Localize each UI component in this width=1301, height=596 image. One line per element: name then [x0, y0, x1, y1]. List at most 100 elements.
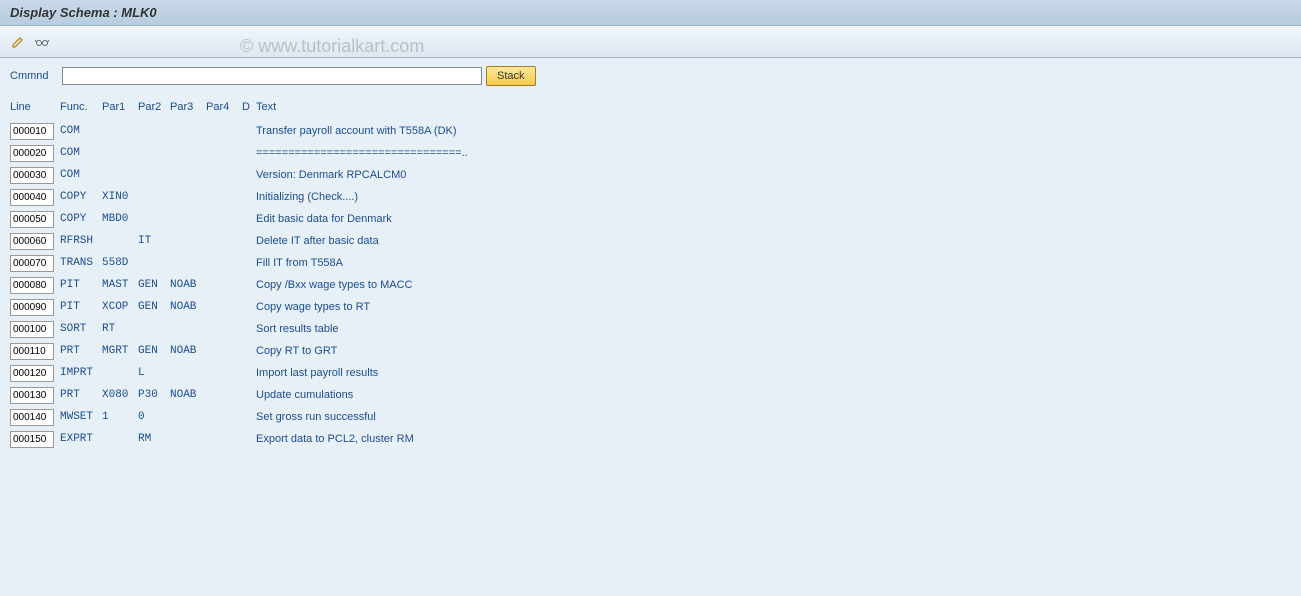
table-row: COPYMBD0 Edit basic data for Denmark: [10, 208, 1291, 230]
title-bar: Display Schema : MLK0: [0, 0, 1301, 26]
glasses-icon[interactable]: [32, 32, 52, 52]
table-row: PRTX080P30NOAB Update cumulations: [10, 384, 1291, 406]
cell-func[interactable]: PRT: [60, 345, 102, 357]
cell-text[interactable]: Transfer payroll account with T558A (DK): [256, 125, 1291, 137]
cell-func[interactable]: PIT: [60, 279, 102, 291]
table-row: COM Transfer payroll account with T558A (…: [10, 120, 1291, 142]
table-header: Line Func. Par1 Par2 Par3 Par4 D Text: [10, 96, 1291, 118]
table-body: COM Transfer payroll account with T558A (…: [10, 120, 1291, 450]
line-number-input[interactable]: [10, 387, 54, 404]
table-row: PRTMGRTGENNOAB Copy RT to GRT: [10, 340, 1291, 362]
cell-func[interactable]: COM: [60, 169, 102, 181]
line-number-input[interactable]: [10, 167, 54, 184]
line-number-input[interactable]: [10, 365, 54, 382]
cell-par1[interactable]: X080: [102, 389, 138, 401]
toolbar: [0, 26, 1301, 58]
cell-text[interactable]: Update cumulations: [256, 389, 1291, 401]
cell-par2[interactable]: IT: [138, 235, 170, 247]
table-row: PITMASTGENNOAB Copy /Bxx wage types to MA…: [10, 274, 1291, 296]
cell-text[interactable]: Version: Denmark RPCALCM0: [256, 169, 1291, 181]
cell-func[interactable]: COM: [60, 125, 102, 137]
cell-func[interactable]: PRT: [60, 389, 102, 401]
header-par1: Par1: [102, 101, 138, 113]
header-func: Func.: [60, 101, 102, 113]
table-row: SORTRT Sort results table: [10, 318, 1291, 340]
cell-par2[interactable]: P30: [138, 389, 170, 401]
cell-par1[interactable]: 558D: [102, 257, 138, 269]
command-row: Cmmnd Stack: [10, 66, 1291, 86]
line-number-input[interactable]: [10, 189, 54, 206]
cell-text[interactable]: Fill IT from T558A: [256, 257, 1291, 269]
cell-text[interactable]: Initializing (Check....): [256, 191, 1291, 203]
cell-func[interactable]: PIT: [60, 301, 102, 313]
cell-text[interactable]: Edit basic data for Denmark: [256, 213, 1291, 225]
content-area: Cmmnd Stack Line Func. Par1 Par2 Par3 Pa…: [0, 58, 1301, 458]
cell-par2[interactable]: L: [138, 367, 170, 379]
line-number-input[interactable]: [10, 321, 54, 338]
cell-par3[interactable]: NOAB: [170, 301, 206, 313]
cell-text[interactable]: Copy wage types to RT: [256, 301, 1291, 313]
table-row: TRANS558D Fill IT from T558A: [10, 252, 1291, 274]
cell-par1[interactable]: MGRT: [102, 345, 138, 357]
cell-par3[interactable]: NOAB: [170, 279, 206, 291]
table-row: COM ================================..: [10, 142, 1291, 164]
cell-func[interactable]: COM: [60, 147, 102, 159]
cell-text[interactable]: Delete IT after basic data: [256, 235, 1291, 247]
line-number-input[interactable]: [10, 409, 54, 426]
cell-par2[interactable]: GEN: [138, 301, 170, 313]
table-row: RFRSH IT Delete IT after basic data: [10, 230, 1291, 252]
cell-par3[interactable]: NOAB: [170, 345, 206, 357]
cell-text[interactable]: ================================..: [256, 147, 1291, 159]
cell-text[interactable]: Copy /Bxx wage types to MACC: [256, 279, 1291, 291]
edit-icon[interactable]: [8, 32, 28, 52]
cell-func[interactable]: RFRSH: [60, 235, 102, 247]
header-par3: Par3: [170, 101, 206, 113]
cell-func[interactable]: SORT: [60, 323, 102, 335]
cell-par2[interactable]: 0: [138, 411, 170, 423]
cell-func[interactable]: COPY: [60, 191, 102, 203]
cell-func[interactable]: IMPRT: [60, 367, 102, 379]
cell-text[interactable]: Sort results table: [256, 323, 1291, 335]
table-row: PITXCOPGENNOAB Copy wage types to RT: [10, 296, 1291, 318]
line-number-input[interactable]: [10, 123, 54, 140]
header-text: Text: [256, 101, 1291, 113]
header-par4: Par4: [206, 101, 242, 113]
table-row: MWSET10 Set gross run successful: [10, 406, 1291, 428]
header-line: Line: [10, 101, 60, 113]
header-d: D: [242, 101, 256, 113]
line-number-input[interactable]: [10, 431, 54, 448]
line-number-input[interactable]: [10, 255, 54, 272]
cell-func[interactable]: TRANS: [60, 257, 102, 269]
line-number-input[interactable]: [10, 299, 54, 316]
command-input[interactable]: [62, 67, 482, 85]
cell-text[interactable]: Copy RT to GRT: [256, 345, 1291, 357]
cell-text[interactable]: Import last payroll results: [256, 367, 1291, 379]
cell-func[interactable]: EXPRT: [60, 433, 102, 445]
header-par2: Par2: [138, 101, 170, 113]
command-label: Cmmnd: [10, 70, 58, 82]
cell-par1[interactable]: XIN0: [102, 191, 138, 203]
line-number-input[interactable]: [10, 211, 54, 228]
table-row: IMPRT L Import last payroll results: [10, 362, 1291, 384]
stack-button[interactable]: Stack: [486, 66, 536, 86]
cell-par1[interactable]: 1: [102, 411, 138, 423]
cell-par3[interactable]: NOAB: [170, 389, 206, 401]
line-number-input[interactable]: [10, 277, 54, 294]
cell-par2[interactable]: RM: [138, 433, 170, 445]
cell-par1[interactable]: MAST: [102, 279, 138, 291]
cell-par2[interactable]: GEN: [138, 279, 170, 291]
line-number-input[interactable]: [10, 233, 54, 250]
cell-par1[interactable]: RT: [102, 323, 138, 335]
cell-func[interactable]: COPY: [60, 213, 102, 225]
page-title: Display Schema : MLK0: [10, 5, 157, 20]
cell-par1[interactable]: MBD0: [102, 213, 138, 225]
line-number-input[interactable]: [10, 343, 54, 360]
cell-func[interactable]: MWSET: [60, 411, 102, 423]
cell-par2[interactable]: GEN: [138, 345, 170, 357]
table-row: COM Version: Denmark RPCALCM0: [10, 164, 1291, 186]
cell-text[interactable]: Set gross run successful: [256, 411, 1291, 423]
line-number-input[interactable]: [10, 145, 54, 162]
cell-par1[interactable]: XCOP: [102, 301, 138, 313]
table-row: EXPRT RM Export data to PCL2, cluster RM: [10, 428, 1291, 450]
cell-text[interactable]: Export data to PCL2, cluster RM: [256, 433, 1291, 445]
